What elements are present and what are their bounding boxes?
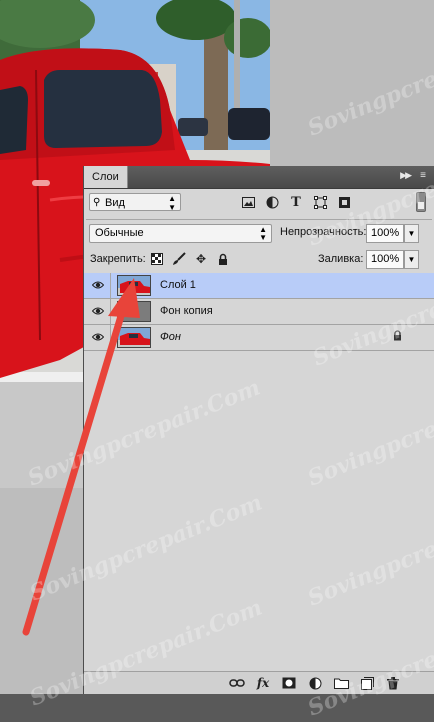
annotation-arrow bbox=[22, 278, 140, 636]
